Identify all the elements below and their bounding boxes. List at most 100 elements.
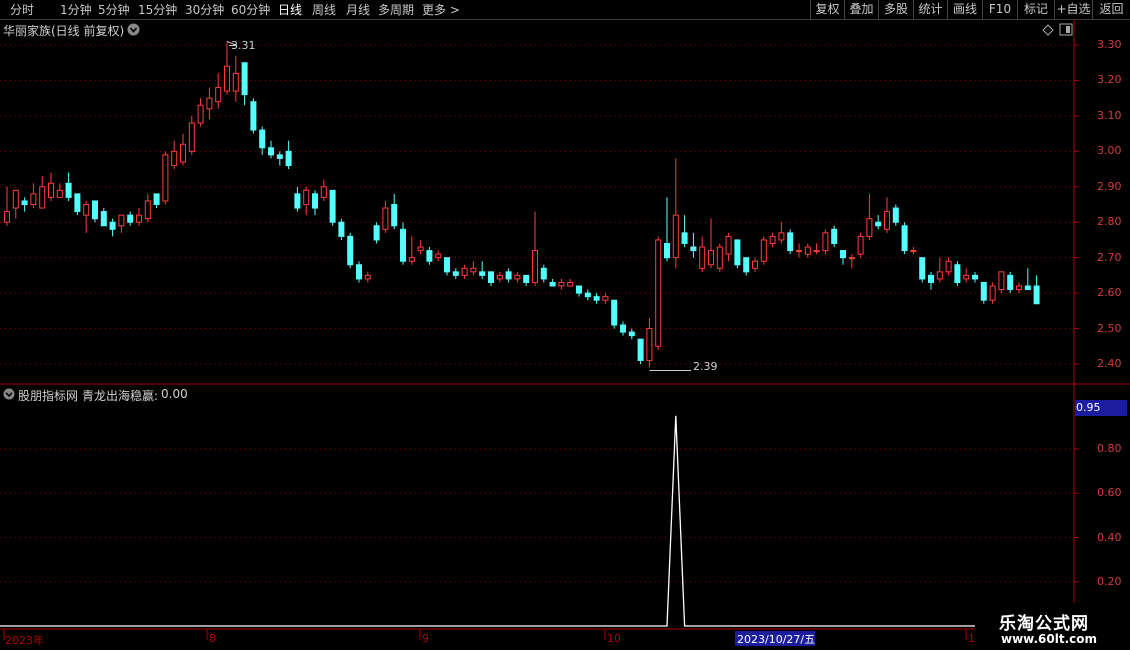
- candle-body: [92, 200, 98, 220]
- candle-body: [963, 274, 970, 280]
- candle-body: [892, 207, 899, 223]
- candle: [180, 133, 186, 166]
- candle-body: [56, 189, 63, 198]
- candle: [540, 264, 547, 283]
- candle: [593, 293, 600, 304]
- candle-body: [12, 189, 19, 209]
- candle-body: [294, 193, 301, 209]
- candle-body: [1033, 285, 1040, 305]
- candle: [672, 158, 679, 269]
- candle-body: [954, 264, 961, 283]
- candle: [690, 232, 697, 258]
- candle: [65, 172, 72, 201]
- candle: [840, 250, 846, 265]
- candle-body: [329, 189, 336, 223]
- candle: [778, 222, 785, 244]
- candle-body: [312, 193, 318, 209]
- site-logo-url: www.60lt.com: [1001, 632, 1098, 646]
- candle-body: [224, 65, 230, 92]
- candles-layer: [4, 40, 1040, 372]
- candle-body: [426, 250, 433, 262]
- indicator-value-highlight: 0.95: [1075, 400, 1127, 416]
- candle: [224, 41, 230, 95]
- candle-body: [65, 182, 72, 198]
- candle-body: [373, 225, 380, 241]
- candle: [796, 243, 802, 258]
- candle-body: [901, 225, 908, 252]
- candle: [444, 257, 450, 276]
- chevron-down-icon[interactable]: [3, 388, 15, 400]
- candle-body: [989, 285, 996, 301]
- candle-body: [831, 228, 838, 244]
- date-axis: [3, 629, 967, 640]
- candle: [48, 172, 54, 201]
- candle-body: [787, 232, 794, 252]
- candle: [461, 264, 468, 279]
- candle-body: [382, 207, 389, 230]
- candle-body: [4, 211, 10, 223]
- candle-body: [391, 204, 398, 227]
- candle: [743, 257, 750, 276]
- candle-body: [21, 200, 28, 205]
- candle-body: [716, 246, 723, 269]
- candle: [21, 197, 28, 212]
- candle-body: [690, 246, 697, 252]
- high-price-marker: 3.31: [231, 39, 256, 52]
- candle-body: [602, 296, 609, 301]
- candle: [804, 243, 811, 258]
- candle-body: [452, 271, 459, 276]
- candle: [259, 126, 266, 155]
- candle: [312, 190, 318, 216]
- candle: [417, 239, 424, 255]
- candle-body: [540, 267, 547, 280]
- candle: [963, 268, 970, 283]
- candle-body: [364, 274, 371, 280]
- candle-body: [936, 271, 943, 280]
- candle: [892, 204, 899, 226]
- candle: [584, 289, 591, 301]
- candle: [760, 236, 767, 265]
- price-tick: 2.60: [1097, 286, 1122, 300]
- candle: [602, 293, 609, 304]
- date-label-sep: 9: [422, 632, 429, 645]
- candle: [109, 218, 116, 237]
- candle: [752, 257, 758, 272]
- candle: [276, 151, 283, 166]
- indicator-gridlines: [0, 448, 1074, 583]
- candle: [285, 140, 292, 170]
- candle-body: [699, 246, 706, 269]
- candlestick-chart[interactable]: [0, 0, 1130, 650]
- candle: [347, 232, 354, 269]
- candle-body: [672, 214, 679, 259]
- candle: [945, 257, 952, 276]
- low-price-marker: 2.39: [693, 360, 718, 373]
- candle: [901, 222, 908, 255]
- candle-body: [400, 228, 406, 262]
- candle: [567, 278, 574, 287]
- candle: [532, 211, 538, 287]
- candle: [1016, 282, 1022, 294]
- candle-body: [496, 274, 503, 280]
- candle: [664, 197, 670, 262]
- candle: [479, 261, 486, 279]
- candle-body: [259, 129, 266, 149]
- candle-body: [972, 274, 978, 280]
- candle: [136, 208, 142, 226]
- candle: [215, 73, 222, 109]
- candle-body: [83, 204, 90, 216]
- price-tick: 3.00: [1097, 144, 1122, 158]
- price-axis: [1074, 44, 1079, 365]
- candle-body: [30, 193, 37, 206]
- candle: [875, 215, 882, 230]
- candle-body: [813, 250, 820, 253]
- candle: [74, 193, 81, 216]
- candle-body: [919, 257, 926, 280]
- candle: [831, 225, 838, 248]
- candle-body: [347, 235, 354, 266]
- candle: [127, 211, 134, 226]
- candle-body: [197, 104, 204, 124]
- candle-body: [356, 264, 362, 280]
- candle-body: [620, 324, 626, 333]
- indicator-name: 股朋指标网: [18, 389, 79, 403]
- candle-body: [1007, 274, 1014, 291]
